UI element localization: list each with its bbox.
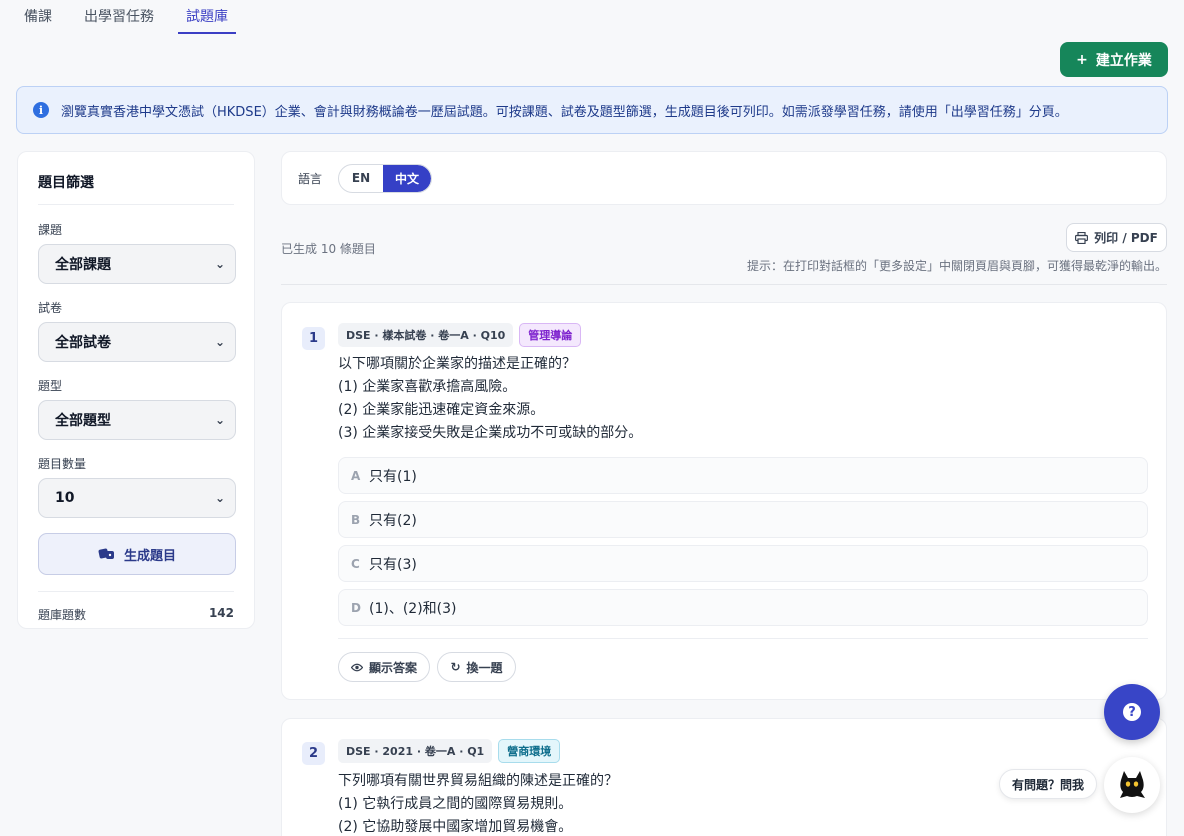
question-source: DSE · 樣本試卷 · 卷一A · Q10 xyxy=(338,323,514,347)
question-number: 2 xyxy=(302,742,325,765)
question-line: 以下哪項關於企業家的描述是正確的？ xyxy=(338,356,576,372)
replace-question-button[interactable]: ↻ 換一題 xyxy=(437,652,516,682)
question-meta: DSE · 2021 · 卷一A · Q1 營商環境 xyxy=(338,739,561,763)
topic-select-value: 全部課題 xyxy=(55,257,111,273)
chevron-down-icon: ⌄ xyxy=(214,491,225,505)
help-button[interactable]: ? xyxy=(1104,684,1160,740)
generate-questions-button[interactable]: 生成題目 xyxy=(38,533,236,575)
printer-icon xyxy=(1075,231,1089,244)
question-line: (3) 企業家接受失敗是企業成功不可或缺的部分。 xyxy=(338,425,643,441)
show-answer-button[interactable]: 顯示答案 xyxy=(338,652,430,682)
question-line: (2) 企業家能迅速確定資金來源。 xyxy=(338,402,545,418)
create-assignment-button[interactable]: + 建立作業 xyxy=(1060,42,1168,77)
dice-icon xyxy=(98,548,114,559)
answer-option[interactable]: A 只有(1) xyxy=(338,457,1148,494)
question-type-select-value: 全部題型 xyxy=(55,413,111,429)
info-banner: i 瀏覽真實香港中學文憑試（HKDSE）企業、會計與財務概論卷一歷屆試題。可按課… xyxy=(16,86,1168,134)
chevron-down-icon: ⌄ xyxy=(214,413,225,427)
option-text: 只有(3) xyxy=(369,556,417,573)
filter-title: 題目篩選 xyxy=(38,172,234,205)
question-count-select[interactable]: 10 ⌄ xyxy=(38,478,236,518)
top-tabs: 備課 出學習任務 試題庫 xyxy=(0,0,236,34)
question-source: DSE · 2021 · 卷一A · Q1 xyxy=(338,739,493,763)
generated-count: 已生成 10 條題目 xyxy=(281,242,376,256)
question-line: (1) 它執行成員之間的國際貿易規則。 xyxy=(338,796,573,812)
plus-icon: + xyxy=(1076,51,1088,68)
info-icon: i xyxy=(33,102,49,118)
answer-option[interactable]: C 只有(3) xyxy=(338,545,1148,582)
topic-tag: 營商環境 xyxy=(498,739,561,763)
option-letter: B xyxy=(351,512,361,527)
question-card: 1 DSE · 樣本試卷 · 卷一A · Q10 管理導論 以下哪項關於企業家的… xyxy=(281,302,1167,700)
paper-select-value: 全部試卷 xyxy=(55,335,111,351)
language-option-en[interactable]: EN xyxy=(339,165,383,192)
print-pdf-button[interactable]: 列印 / PDF xyxy=(1066,223,1167,252)
topic-label: 課題 xyxy=(38,223,63,237)
generate-questions-label: 生成題目 xyxy=(123,548,176,564)
tab-question-bank[interactable]: 試題庫 xyxy=(178,0,236,34)
language-option-zh[interactable]: 中文 xyxy=(383,164,432,192)
paper-select[interactable]: 全部試卷 ⌄ xyxy=(38,322,236,362)
topic-tag: 管理導論 xyxy=(519,323,582,347)
eye-icon xyxy=(350,663,363,671)
question-type-label: 題型 xyxy=(38,379,63,393)
question-line: (2) 它協助發展中國家增加貿易機會。 xyxy=(338,819,573,835)
option-letter: C xyxy=(351,556,360,571)
answer-option[interactable]: B 只有(2) xyxy=(338,501,1148,538)
bank-count-row: 題庫題數 142 xyxy=(38,591,234,623)
tab-lesson-prep[interactable]: 備課 xyxy=(16,0,60,34)
replace-question-label: 換一題 xyxy=(466,660,503,675)
language-card: 語言 EN 中文 xyxy=(281,151,1167,205)
assistant-avatar[interactable] xyxy=(1104,757,1160,813)
option-text: (1)、(2)和(3) xyxy=(369,600,457,617)
question-mark-icon: ? xyxy=(1123,703,1141,721)
bank-count-label: 題庫題數 xyxy=(38,608,87,622)
refresh-icon: ↻ xyxy=(450,660,461,674)
question-count-select-value: 10 xyxy=(55,490,75,506)
cat-icon xyxy=(1120,771,1145,798)
question-line: (1) 企業家喜歡承擔高風險。 xyxy=(338,379,517,395)
print-pdf-label: 列印 / PDF xyxy=(1094,231,1158,245)
option-text: 只有(2) xyxy=(369,512,417,529)
question-meta: DSE · 樣本試卷 · 卷一A · Q10 管理導論 xyxy=(338,323,582,347)
topic-select[interactable]: 全部課題 ⌄ xyxy=(38,244,236,284)
chevron-down-icon: ⌄ xyxy=(214,335,225,349)
print-hint: 提示：在打印對話框的「更多設定」中關閉頁眉與頁腳，可獲得最乾淨的輸出。 xyxy=(746,259,1167,273)
question-number: 1 xyxy=(302,327,325,350)
question-count-label: 題目數量 xyxy=(38,457,87,471)
paper-label: 試卷 xyxy=(38,301,63,315)
tab-assign-tasks[interactable]: 出學習任務 xyxy=(76,0,162,34)
option-text: 只有(1) xyxy=(369,468,417,485)
answer-option[interactable]: D (1)、(2)和(3) xyxy=(338,589,1148,626)
ask-me-bubble[interactable]: 有問題？問我 xyxy=(999,769,1097,799)
info-banner-text: 瀏覽真實香港中學文憑試（HKDSE）企業、會計與財務概論卷一歷屆試題。可按課題、… xyxy=(61,104,1068,120)
language-toggle: EN 中文 xyxy=(338,163,433,193)
language-label: 語言 xyxy=(298,171,323,186)
create-assignment-label: 建立作業 xyxy=(1095,52,1152,69)
bank-count-value: 142 xyxy=(208,606,234,620)
divider xyxy=(281,284,1167,285)
chevron-down-icon: ⌄ xyxy=(214,257,225,271)
question-line: 下列哪項有關世界貿易組織的陳述是正確的？ xyxy=(338,773,618,789)
option-letter: D xyxy=(351,600,361,615)
question-type-select[interactable]: 全部題型 ⌄ xyxy=(38,400,236,440)
filter-panel: 題目篩選 課題 全部課題 ⌄ 試卷 全部試卷 ⌄ 題型 全部題型 ⌄ 題目數量 … xyxy=(17,151,255,629)
option-letter: A xyxy=(351,468,361,483)
show-answer-label: 顯示答案 xyxy=(368,660,417,675)
question-stem: 下列哪項有關世界貿易組織的陳述是正確的？ (1) 它執行成員之間的國際貿易規則。… xyxy=(338,770,618,836)
question-stem: 以下哪項關於企業家的描述是正確的？ (1) 企業家喜歡承擔高風險。 (2) 企業… xyxy=(338,353,642,445)
divider xyxy=(338,638,1148,639)
